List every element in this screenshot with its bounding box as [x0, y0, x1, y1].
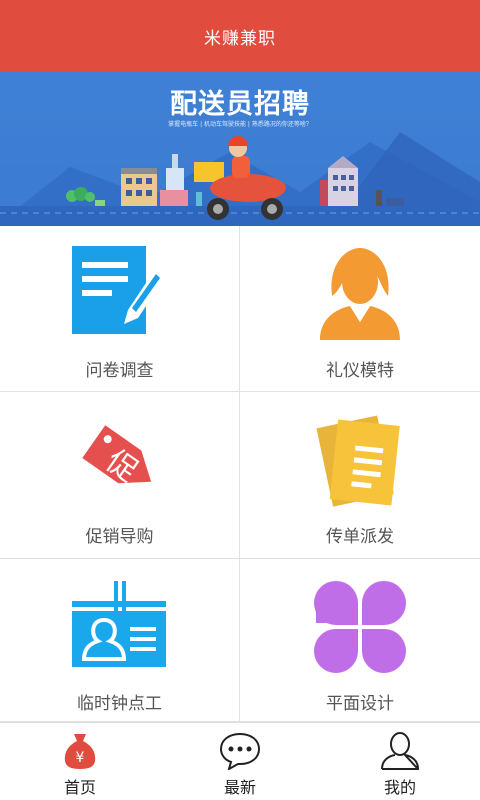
user-icon [381, 732, 420, 770]
tab-home[interactable]: ¥ 首页 [0, 723, 160, 800]
flyer-icon [316, 415, 400, 507]
money-bag-icon: ¥ [64, 734, 96, 769]
category-promotion[interactable]: 促 促销导购 [0, 392, 240, 559]
tab-mine[interactable]: 我的 [320, 723, 480, 800]
app-bar: 米赚兼职 [0, 0, 480, 72]
category-graphic-design[interactable]: 平面设计 [240, 559, 480, 722]
id-badge-icon [72, 581, 166, 667]
money-bag-symbol: ¥ [76, 750, 85, 766]
bottom-tab-bar: ¥ 首页 最新 我的 [0, 722, 480, 800]
category-label: 临时钟点工 [77, 694, 162, 714]
category-survey[interactable]: 问卷调查 [0, 226, 240, 392]
survey-icon [72, 246, 166, 334]
tab-label: 首页 [63, 778, 96, 797]
recruitment-banner[interactable]: 配送员招聘 掌握电瓶车 | 机动车驾驶技能 | 熟悉路况的你还等啥？ [0, 72, 480, 226]
chat-bubble-icon [219, 732, 261, 770]
banner-title: 配送员招聘 [170, 89, 310, 120]
clover-icon [314, 581, 406, 673]
model-icon [320, 248, 400, 340]
category-label: 礼仪模特 [326, 361, 394, 381]
banner-subtitle: 掌握电瓶车 | 机动车驾驶技能 | 熟悉路况的你还等啥？ [168, 121, 312, 128]
tab-latest[interactable]: 最新 [160, 723, 320, 800]
tab-label: 我的 [383, 778, 416, 797]
tab-label: 最新 [223, 778, 256, 797]
promo-tag-icon: 促 [82, 425, 152, 489]
category-model[interactable]: 礼仪模特 [240, 226, 480, 392]
category-grid: 问卷调查 礼仪模特 促 促销导购 传单派发 临时钟点工 平面设计 [0, 226, 480, 722]
category-label: 促销导购 [85, 527, 154, 547]
category-label: 平面设计 [326, 694, 394, 714]
app-title: 米赚兼职 [204, 28, 276, 49]
category-hourly-work[interactable]: 临时钟点工 [0, 559, 240, 722]
category-label: 问卷调查 [85, 361, 154, 381]
category-flyer[interactable]: 传单派发 [240, 392, 480, 559]
category-label: 传单派发 [326, 527, 394, 547]
